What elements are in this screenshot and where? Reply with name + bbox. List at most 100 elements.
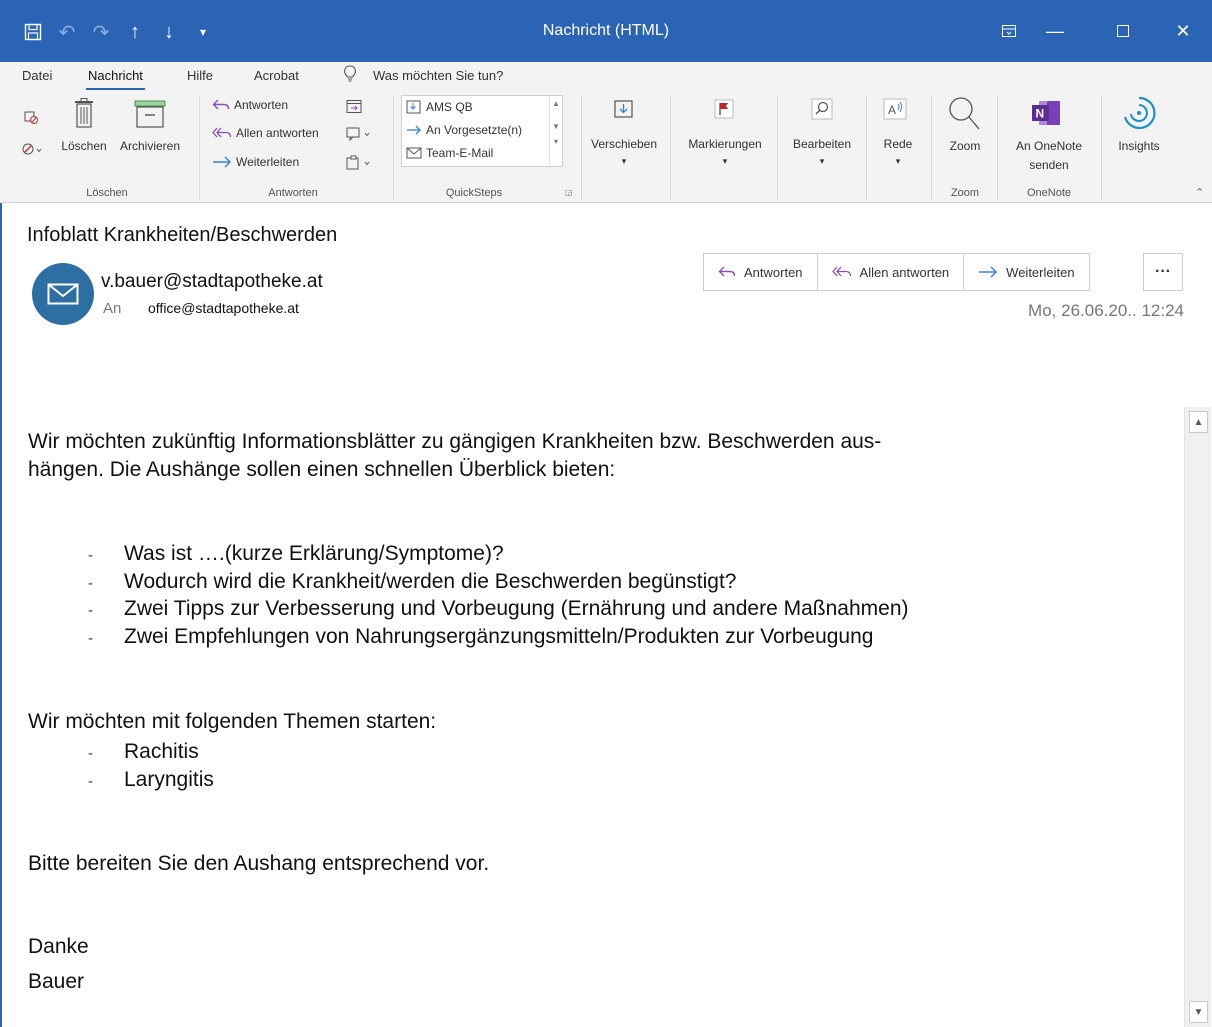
topics-intro: Wir möchten mit folgenden Themen starten…	[28, 710, 437, 733]
move-button[interactable]: Verschieben	[591, 137, 657, 151]
intro-line: hängen. Die Aushänge sollen einen schnel…	[28, 458, 616, 481]
insights-button[interactable]: Insights	[1118, 139, 1159, 153]
quickstep-label: Team-E-Mail	[426, 146, 494, 160]
svg-text:A: A	[888, 103, 896, 117]
tags-button[interactable]: Markierungen	[688, 137, 761, 151]
expand-gallery-icon[interactable]: ▾	[550, 137, 562, 146]
ribbon-separator	[866, 96, 867, 200]
zoom-button[interactable]: Zoom	[950, 139, 981, 153]
quicksteps-gallery: AMS QB An Vorgesetzte(n) Team-E-Mail ▲ ▼…	[401, 95, 563, 167]
im-reply-icon[interactable]	[346, 126, 372, 142]
ribbon-separator	[931, 96, 932, 200]
archive-icon[interactable]	[134, 100, 166, 128]
tab-datei[interactable]: Datei	[22, 68, 52, 83]
tab-nachricht[interactable]: Nachricht	[86, 68, 145, 91]
ribbon-separator	[581, 96, 582, 200]
recipient-address[interactable]: office@stadtapotheke.at	[148, 300, 299, 316]
scroll-down-icon[interactable]: ▼	[1189, 1001, 1208, 1023]
zoom-icon[interactable]	[947, 95, 981, 133]
forward-arrow-icon	[406, 124, 422, 136]
quickstep-to-manager[interactable]: An Vorgesetzte(n)	[406, 123, 522, 137]
reply-label: Antworten	[744, 264, 803, 280]
message-subject: Infoblatt Krankheiten/Beschwerden	[27, 224, 338, 246]
scroll-up-icon[interactable]: ▲	[550, 99, 562, 108]
scroll-up-icon[interactable]: ▲	[1189, 411, 1208, 433]
message-action-bar: Antworten Allen antworten Weiterleiten	[703, 253, 1090, 291]
svg-text:N: N	[1036, 107, 1045, 121]
quickstep-label: An Vorgesetzte(n)	[426, 123, 523, 137]
group-label-delete: Löschen	[86, 187, 128, 199]
delete-button[interactable]: Löschen	[61, 139, 106, 153]
message-date: Mo, 26.06.20.. 12:24	[1028, 301, 1184, 320]
ribbon-separator	[777, 96, 778, 200]
onenote-icon[interactable]: N	[1031, 100, 1061, 126]
avatar	[32, 263, 94, 325]
move-to-folder-icon	[406, 100, 422, 114]
list-item: Wodurch wird die Krankheit/werden die Be…	[88, 568, 1168, 596]
delete-icon[interactable]	[74, 98, 94, 128]
list-item: Laryngitis	[88, 766, 1168, 794]
intro-line: Wir möchten zukünftig Informationsblätte…	[28, 430, 882, 453]
reply-all-button[interactable]: Allen antworten	[818, 254, 965, 290]
send-to-onenote-button[interactable]: An OneNote	[1016, 139, 1082, 153]
dropdown-arrow-icon[interactable]: ▾	[723, 156, 728, 167]
archive-button[interactable]: Archivieren	[120, 139, 180, 153]
menu-bar: Datei Nachricht Hilfe Acrobat Was möchte…	[0, 62, 1212, 91]
read-aloud-button[interactable]: Rede	[884, 137, 913, 151]
signature-line: Bauer	[28, 970, 85, 993]
envelope-icon	[47, 283, 79, 305]
reply-icon	[212, 98, 230, 112]
reply-icon	[718, 265, 736, 279]
flag-icon[interactable]	[714, 99, 734, 119]
move-icon[interactable]	[613, 98, 635, 120]
list-item: Zwei Empfehlungen von Nahrungsergänzungs…	[88, 623, 1168, 651]
reply-button[interactable]: Antworten	[212, 98, 288, 112]
close-icon[interactable]: ✕	[1160, 14, 1206, 48]
quickstep-ams-qb[interactable]: AMS QB	[406, 100, 473, 114]
edit-button[interactable]: Bearbeiten	[793, 137, 851, 151]
maximize-icon[interactable]	[1100, 14, 1146, 48]
forward-button[interactable]: Weiterleiten	[964, 254, 1088, 290]
dropdown-arrow-icon[interactable]: ▾	[896, 156, 901, 167]
reply-all-icon	[831, 265, 852, 279]
search-icon[interactable]	[811, 98, 833, 120]
content-points-list: Was ist ….(kurze Erklärung/Symptome)? Wo…	[88, 540, 1168, 652]
tell-me-search[interactable]: Was möchten Sie tun?	[373, 68, 503, 83]
meeting-reply-icon[interactable]	[346, 98, 362, 114]
tab-hilfe[interactable]: Hilfe	[187, 68, 213, 83]
reply-label: Antworten	[234, 98, 289, 112]
ribbon-separator	[997, 96, 998, 200]
forward-button[interactable]: Weiterleiten	[212, 155, 299, 169]
minimize-icon[interactable]: —	[1032, 14, 1078, 48]
forward-label: Weiterleiten	[236, 155, 300, 169]
message-body: Wir möchten zukünftig Informationsblätte…	[28, 428, 1168, 996]
topics-list: Rachitis Laryngitis	[88, 738, 1168, 795]
insights-icon[interactable]	[1121, 95, 1157, 131]
speaker-icon[interactable]: A	[883, 98, 907, 120]
scroll-down-icon[interactable]: ▼	[550, 122, 562, 131]
collapse-ribbon-icon[interactable]: ⌃	[1195, 186, 1204, 199]
envelope-icon	[406, 147, 422, 159]
more-respond-icon[interactable]	[346, 155, 372, 171]
ribbon-separator	[199, 96, 200, 200]
list-item: Rachitis	[88, 738, 1168, 767]
quickstep-team-email[interactable]: Team-E-Mail	[406, 146, 493, 160]
list-item: Was ist ….(kurze Erklärung/Symptome)?	[88, 540, 1168, 569]
tab-acrobat[interactable]: Acrobat	[254, 68, 299, 83]
send-to-onenote-label: senden	[1029, 158, 1069, 172]
reply-all-button[interactable]: Allen antworten	[212, 126, 319, 140]
sender-address[interactable]: v.bauer@stadtapotheke.at	[101, 271, 323, 293]
ignore-icon[interactable]	[24, 110, 38, 124]
reply-all-icon	[212, 126, 232, 140]
vertical-scrollbar[interactable]: ▲ ▼	[1184, 407, 1211, 1027]
forward-arrow-icon	[212, 155, 232, 169]
ribbon-separator	[670, 96, 671, 200]
more-actions-button[interactable]: ···	[1143, 253, 1183, 291]
quicksteps-scroll[interactable]: ▲ ▼ ▾	[549, 96, 562, 166]
ribbon-display-options-icon[interactable]	[986, 14, 1032, 48]
dropdown-arrow-icon[interactable]: ▾	[820, 156, 825, 167]
dialog-launcher-icon[interactable]: ◲	[565, 188, 573, 197]
dropdown-arrow-icon[interactable]: ▾	[622, 156, 627, 167]
cleanup-icon[interactable]	[22, 142, 44, 158]
reply-button[interactable]: Antworten	[704, 254, 818, 290]
